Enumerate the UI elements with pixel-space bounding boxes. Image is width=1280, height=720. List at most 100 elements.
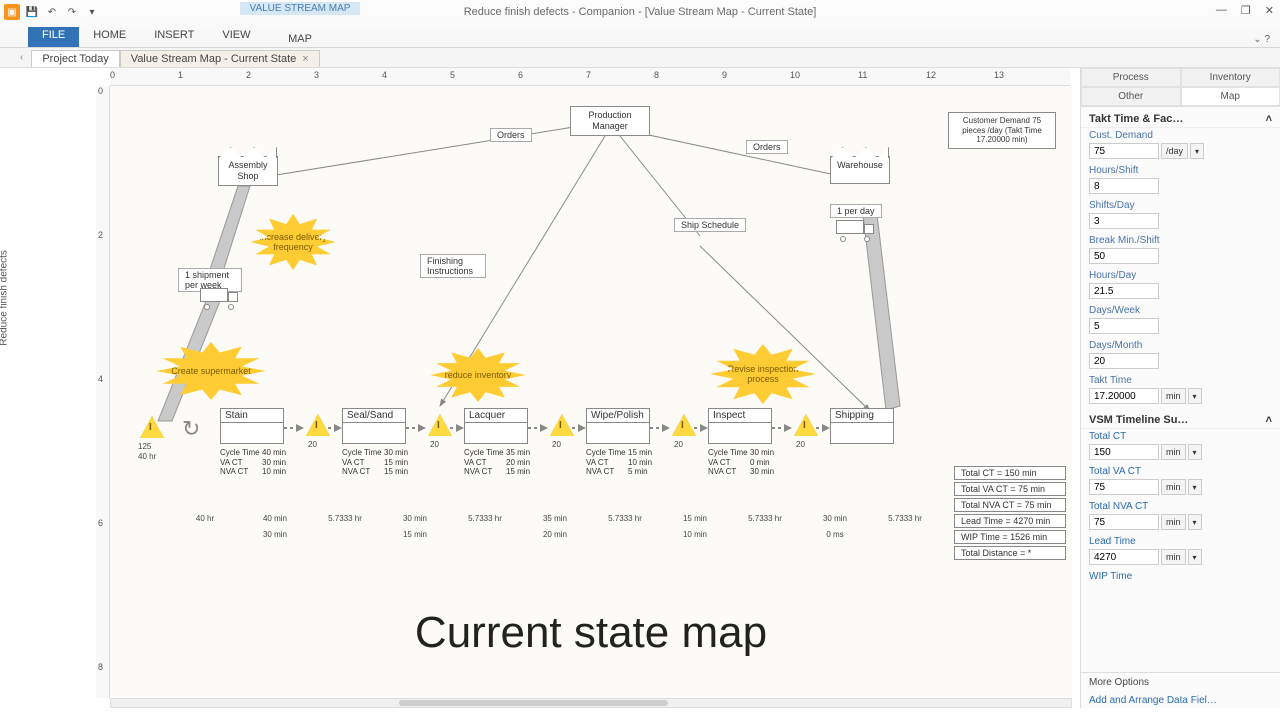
- node-production-manager[interactable]: Production Manager: [570, 106, 650, 136]
- qat-dropdown-icon[interactable]: ▾: [84, 4, 100, 20]
- unit-label: min: [1161, 514, 1186, 530]
- custdemand-input[interactable]: [1089, 143, 1159, 159]
- section-vsm-summary[interactable]: VSM Timeline Su…˄: [1081, 408, 1280, 429]
- unit-label: min: [1161, 388, 1186, 404]
- push-arrow: [328, 424, 342, 432]
- ruler-project-label: Reduce finish defects: [0, 250, 10, 346]
- truck-icon: [200, 288, 240, 308]
- process-sealsand[interactable]: Seal/Sand: [342, 408, 406, 444]
- process-data: Cycle Time30 minVA CT15 minNVA CT15 min: [342, 448, 408, 477]
- doctab-label: Project Today: [42, 53, 108, 65]
- sp-tab-map[interactable]: Map: [1181, 87, 1280, 106]
- vertical-ruler: 02468: [96, 86, 110, 698]
- dropdown-icon[interactable]: ▾: [1188, 479, 1202, 495]
- save-icon[interactable]: 💾: [24, 4, 40, 20]
- dropdown-icon[interactable]: ▾: [1188, 514, 1202, 530]
- app-icon[interactable]: ▣: [4, 4, 20, 20]
- summary-row: Total Distance = *: [954, 546, 1066, 560]
- daysweek-input[interactable]: [1089, 318, 1159, 334]
- burst-inventory[interactable]: reduce inventory: [430, 348, 526, 402]
- tab-insert[interactable]: INSERT: [140, 27, 208, 47]
- inventory-icon[interactable]: [306, 414, 330, 436]
- inventory-icon[interactable]: [672, 414, 696, 436]
- close-button[interactable]: ✕: [1265, 4, 1274, 17]
- takttime-input[interactable]: [1089, 388, 1159, 404]
- horizontal-ruler: 012345678910111213: [110, 68, 1070, 86]
- process-data: Cycle Time35 minVA CT20 minNVA CT15 min: [464, 448, 530, 477]
- workspace: Reduce finish defects 012345678910111213…: [0, 68, 1080, 708]
- canvas[interactable]: Production Manager Assembly Shop Warehou…: [110, 86, 1072, 698]
- unit-label: min: [1161, 479, 1186, 495]
- totalct-input[interactable]: [1089, 444, 1159, 460]
- field-label: Shifts/Day: [1089, 200, 1272, 211]
- hoursday-input[interactable]: [1089, 283, 1159, 299]
- inventory-icon[interactable]: [140, 416, 164, 438]
- inv-qty: 125: [138, 442, 151, 451]
- process-data: Cycle Time40 minVA CT30 minNVA CT10 min: [220, 448, 286, 477]
- more-options[interactable]: More Options: [1081, 672, 1280, 692]
- burst-inspect[interactable]: Revise inspection process: [710, 344, 816, 404]
- totalvact-input[interactable]: [1089, 479, 1159, 495]
- node-assembly-shop[interactable]: Assembly Shop: [218, 156, 278, 186]
- add-fields-link[interactable]: Add and Arrange Data Fiel…: [1089, 695, 1217, 706]
- sp-tab-process[interactable]: Process: [1081, 68, 1181, 87]
- totalnvact-input[interactable]: [1089, 514, 1159, 530]
- section-label: VSM Timeline Su…: [1089, 414, 1188, 426]
- inventory-icon[interactable]: [550, 414, 574, 436]
- horizontal-scrollbar[interactable]: [110, 698, 1072, 708]
- nav-left-icon[interactable]: ‹: [20, 52, 23, 63]
- undo-icon[interactable]: ↶: [44, 4, 60, 20]
- scrollbar-thumb[interactable]: [399, 700, 668, 706]
- dropdown-icon[interactable]: ▾: [1190, 143, 1204, 159]
- tab-map[interactable]: MAP: [240, 31, 360, 47]
- unit-label: /day: [1161, 143, 1188, 159]
- section-takt[interactable]: Takt Time & Fac…˄: [1081, 107, 1280, 128]
- shiftsday-input[interactable]: [1089, 213, 1159, 229]
- summary-row: Total VA CT = 75 min: [954, 482, 1066, 496]
- node-warehouse[interactable]: Warehouse: [830, 156, 890, 184]
- inventory-icon[interactable]: [428, 414, 452, 436]
- process-inspect[interactable]: Inspect: [708, 408, 772, 444]
- doctab-vsm[interactable]: Value Stream Map - Current State ×: [120, 50, 320, 67]
- daysmonth-input[interactable]: [1089, 353, 1159, 369]
- sp-tab-inventory[interactable]: Inventory: [1181, 68, 1280, 87]
- field-label: Total NVA CT: [1089, 501, 1272, 512]
- push-arrow: [572, 424, 586, 432]
- close-icon[interactable]: ×: [302, 53, 308, 65]
- burst-supermarket[interactable]: Create supermarket: [156, 342, 266, 400]
- leadtime-input[interactable]: [1089, 549, 1159, 565]
- push-arrow: [528, 424, 548, 432]
- dropdown-icon[interactable]: ▾: [1188, 444, 1202, 460]
- label-ship-schedule: Ship Schedule: [674, 218, 746, 232]
- field-label: Hours/Shift: [1089, 165, 1272, 176]
- label-finishing-instructions: Finishing Instructions: [420, 254, 486, 278]
- process-stain[interactable]: Stain: [220, 408, 284, 444]
- process-header: Lacquer: [465, 409, 527, 423]
- dropdown-icon[interactable]: ▾: [1188, 549, 1202, 565]
- process-wipepolish[interactable]: Wipe/Polish: [586, 408, 650, 444]
- push-arrow: [772, 424, 792, 432]
- doctab-project[interactable]: Project Today: [31, 50, 119, 67]
- truck-icon: [836, 220, 876, 240]
- inv-qty: 20: [796, 440, 805, 449]
- sp-tab-other[interactable]: Other: [1081, 87, 1181, 106]
- dropdown-icon[interactable]: ▾: [1188, 388, 1202, 404]
- summary-row: Lead Time = 4270 min: [954, 514, 1066, 528]
- minimize-button[interactable]: —: [1216, 4, 1227, 17]
- node-customer-demand[interactable]: Customer Demand 75 pieces /day (Takt Tim…: [948, 112, 1056, 149]
- maximize-button[interactable]: ❐: [1241, 4, 1251, 17]
- process-shipping[interactable]: Shipping: [830, 408, 894, 444]
- inv-time: 40 hr: [138, 452, 156, 461]
- quick-access-toolbar: ▣ 💾 ↶ ↷ ▾: [4, 4, 100, 20]
- tab-home[interactable]: HOME: [79, 27, 140, 47]
- inventory-icon[interactable]: [794, 414, 818, 436]
- burst-delivery[interactable]: Increase delivery frequency: [250, 214, 336, 270]
- doctab-label: Value Stream Map - Current State: [131, 53, 296, 65]
- breakminshift-input[interactable]: [1089, 248, 1159, 264]
- hoursshift-input[interactable]: [1089, 178, 1159, 194]
- redo-icon[interactable]: ↷: [64, 4, 80, 20]
- process-lacquer[interactable]: Lacquer: [464, 408, 528, 444]
- tab-file[interactable]: FILE: [28, 27, 79, 47]
- ribbon-collapse-icon[interactable]: ⌄ ?: [1253, 34, 1270, 45]
- inv-qty: 20: [308, 440, 317, 449]
